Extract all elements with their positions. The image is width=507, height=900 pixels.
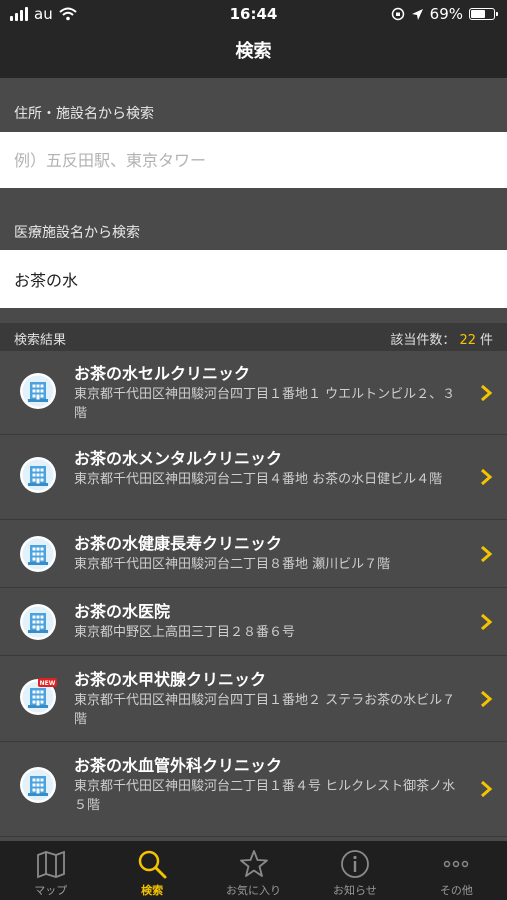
hospital-building-icon: NEW <box>20 678 57 715</box>
list-item[interactable]: お茶の水血管外科クリニック 東京都千代田区神田駿河台二丁目１番４号 ヒルクレスト… <box>0 742 507 837</box>
battery-icon <box>469 8 498 20</box>
hospital-building-icon <box>20 604 56 640</box>
list-item[interactable]: NEW お茶の水甲状腺クリニック 東京都千代田区神田駿河台四丁目１番地２ ステラ… <box>0 656 507 742</box>
result-count-number: 22 <box>459 333 476 348</box>
list-item[interactable]: お茶の水セルクリニック 東京都千代田区神田駿河台四丁目１番地１ ウエルトンビル２… <box>0 351 507 435</box>
page-title: 検索 <box>235 41 272 62</box>
tab-news[interactable]: お知らせ <box>304 841 405 900</box>
results-list[interactable]: お茶の水セルクリニック 東京都千代田区神田駿河台四丁目１番地１ ウエルトンビル２… <box>0 351 507 841</box>
list-item[interactable]: お茶の水メンタルクリニック 東京都千代田区神田駿河台二丁目４番地 お茶の水日健ビ… <box>0 435 507 520</box>
tab-label: 検索 <box>141 884 164 897</box>
facility-address: 東京都千代田区神田駿河台二丁目４番地 お茶の水日健ビル４階 <box>74 472 443 487</box>
nav-bar: 検索 <box>0 28 507 78</box>
facility-name: お茶の水メンタルクリニック <box>74 449 283 468</box>
tab-bar: マップ 検索 お気に入り お知らせ その他 <box>0 841 507 900</box>
more-icon <box>444 860 469 868</box>
battery-percent: 69% <box>429 5 463 23</box>
address-search-input[interactable] <box>14 150 493 170</box>
address-search-label: 住所・施設名から検索 <box>0 78 507 132</box>
list-item[interactable]: お茶の水医院 東京都中野区上高田三丁目２８番６号 <box>0 588 507 656</box>
address-search-field[interactable] <box>0 132 507 188</box>
facility-address: 東京都千代田区神田駿河台四丁目１番地１ ウエルトンビル２、３階 <box>74 387 456 421</box>
facility-name: お茶の水セルクリニック <box>74 364 251 383</box>
hospital-building-icon <box>20 536 56 572</box>
results-header: 検索結果 該当件数： 22 件 <box>0 323 507 351</box>
chevron-right-icon <box>481 780 493 798</box>
facility-name: お茶の水血管外科クリニック <box>74 756 283 775</box>
facility-name: お茶の水健康長寿クリニック <box>74 534 283 553</box>
tab-map[interactable]: マップ <box>0 841 101 900</box>
results-label: 検索結果 <box>14 333 67 348</box>
hospital-building-icon <box>20 767 56 803</box>
tab-search[interactable]: 検索 <box>101 841 202 900</box>
facility-search-field[interactable] <box>0 250 507 308</box>
chevron-right-icon <box>481 545 493 562</box>
tab-favorites[interactable]: お気に入り <box>203 841 304 900</box>
tab-other[interactable]: その他 <box>406 841 507 900</box>
chevron-right-icon <box>481 613 493 630</box>
hospital-building-icon <box>20 457 56 493</box>
chevron-right-icon <box>481 384 493 401</box>
spacer <box>0 308 507 323</box>
info-icon <box>341 850 369 878</box>
status-bar: au 16:44 69% <box>0 0 507 28</box>
location-arrow-icon <box>411 8 423 20</box>
hospital-building-icon <box>20 373 56 409</box>
facility-address: 東京都千代田区神田駿河台二丁目８番地 瀬川ビル７階 <box>74 557 391 572</box>
facility-address: 東京都中野区上高田三丁目２８番６号 <box>74 625 296 640</box>
facility-search-label: 医療施設名から検索 <box>0 188 507 250</box>
tab-label: マップ <box>34 884 68 897</box>
orientation-lock-icon <box>391 7 404 21</box>
facility-address: 東京都千代田区神田駿河台四丁目１番地２ ステラお茶の水ビル７階 <box>74 693 456 727</box>
facility-address: 東京都千代田区神田駿河台二丁目１番４号 ヒルクレスト御茶ノ水５階 <box>74 779 456 813</box>
new-badge: NEW <box>40 680 56 687</box>
tab-label: その他 <box>439 884 473 897</box>
list-item[interactable]: お茶の水健康長寿クリニック 東京都千代田区神田駿河台二丁目８番地 瀬川ビル７階 <box>0 520 507 588</box>
chevron-right-icon <box>481 690 493 707</box>
star-icon <box>239 850 268 877</box>
facility-search-input[interactable] <box>14 269 493 289</box>
facility-name: お茶の水甲状腺クリニック <box>74 670 267 689</box>
search-icon <box>138 850 167 879</box>
result-count: 該当件数： 22 件 <box>390 333 493 348</box>
tab-label: お知らせ <box>333 884 377 897</box>
map-icon <box>36 850 65 879</box>
chevron-right-icon <box>481 468 493 486</box>
facility-name: お茶の水医院 <box>74 602 171 621</box>
tab-label: お気に入り <box>226 884 282 897</box>
